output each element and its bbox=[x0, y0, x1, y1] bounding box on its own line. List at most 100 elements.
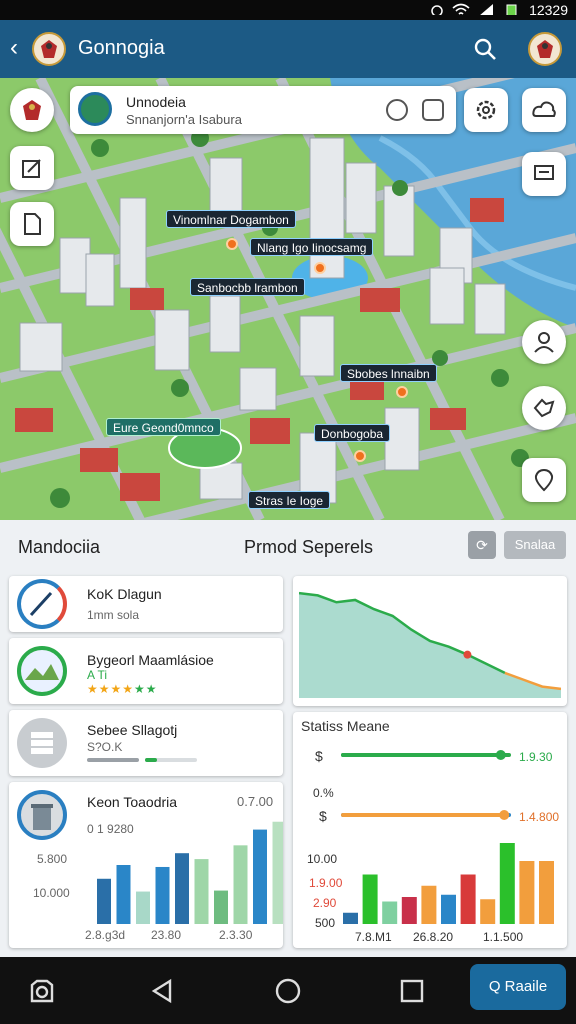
wheel-icon bbox=[17, 646, 67, 696]
map-canvas bbox=[0, 78, 576, 520]
status-time: 12329 bbox=[529, 2, 568, 18]
panel-action-button[interactable]: Snalaa bbox=[504, 531, 566, 559]
globe-icon bbox=[78, 92, 112, 126]
city-map[interactable]: Vinomlnar Dogambon Nlang Igo Iinocsamg S… bbox=[0, 78, 576, 520]
bar bbox=[253, 829, 267, 924]
list-item[interactable]: KoK Dlagun 1mm sola bbox=[9, 576, 283, 632]
x-tick-label: 1.1.500 bbox=[483, 930, 524, 944]
slider-fill bbox=[341, 753, 501, 757]
list-item-chart[interactable]: Keon Toaodria 0 1 9280 0.7.00 5.800 10.0… bbox=[9, 782, 283, 948]
stat-value: 1.9.30 bbox=[519, 750, 553, 764]
cloud-icon bbox=[532, 101, 556, 117]
list-item-sub: A Ti bbox=[87, 668, 108, 682]
stat-slider[interactable] bbox=[341, 808, 521, 822]
share-icon[interactable] bbox=[422, 99, 444, 121]
home-icon[interactable] bbox=[274, 977, 302, 1005]
stack-icon bbox=[17, 718, 67, 768]
gear-icon bbox=[476, 100, 496, 120]
list-item-name: KoK Dlagun bbox=[87, 586, 162, 602]
map-pin[interactable] bbox=[226, 238, 238, 250]
area-chart-card bbox=[293, 576, 567, 706]
slider-fill bbox=[341, 813, 505, 817]
bar bbox=[421, 885, 437, 924]
person-icon bbox=[534, 332, 554, 353]
y-tick-label: 1.9.00 bbox=[309, 876, 343, 890]
message-icon bbox=[534, 165, 554, 180]
list-item-name: Sebee Sllagotj bbox=[87, 722, 178, 738]
map-pin[interactable] bbox=[314, 262, 326, 274]
app-title: Gonnogia bbox=[78, 37, 165, 59]
map-label[interactable]: Sanbocbb lrambon bbox=[190, 278, 305, 296]
location-subtitle: Snnanjorn'a Isabura bbox=[126, 112, 242, 127]
map-label[interactable]: Donbogoba bbox=[314, 424, 391, 442]
alarm-icon bbox=[431, 5, 443, 15]
x-tick-label: 7.8.M1 bbox=[355, 930, 392, 944]
bar bbox=[382, 901, 398, 924]
list-item-sub: 1mm sola bbox=[87, 608, 140, 622]
map-label[interactable]: Sbobes lnnaibn bbox=[340, 364, 437, 382]
stat-slider[interactable] bbox=[341, 748, 521, 762]
list-item[interactable]: Sebee Sllagotj S?O.K bbox=[9, 710, 283, 776]
back-icon[interactable] bbox=[148, 977, 176, 1005]
battery-icon bbox=[506, 4, 517, 15]
stats-card: Statiss Meane $ 1.9.30 0.% $ 1.4.800 10.… bbox=[293, 712, 567, 948]
signal-icon bbox=[480, 4, 493, 15]
stats-title: Statiss Meane bbox=[301, 718, 390, 734]
x-tick-label: 2.3.30 bbox=[219, 928, 253, 942]
bar bbox=[362, 874, 378, 924]
status-bar: 12329 bbox=[0, 0, 576, 20]
map-pin[interactable] bbox=[354, 450, 366, 462]
bar bbox=[155, 866, 170, 924]
message-button[interactable] bbox=[522, 152, 566, 196]
list-item-sub: S?O.K bbox=[87, 740, 123, 754]
slider-knob bbox=[495, 750, 506, 760]
x-tick-label: 2.8.g3d bbox=[85, 928, 126, 942]
map-label[interactable]: Stras Ie Ioge bbox=[248, 491, 331, 509]
map-label[interactable]: Eure Geond0mnco bbox=[106, 418, 221, 436]
layers-button[interactable] bbox=[10, 146, 54, 190]
bar bbox=[343, 912, 358, 924]
bar-chart-right bbox=[343, 843, 554, 924]
refresh-button[interactable]: ⟳ bbox=[468, 531, 496, 559]
y-tick-label: 10.000 bbox=[33, 886, 70, 900]
bar bbox=[214, 890, 228, 924]
document-icon bbox=[24, 213, 41, 235]
y-tick-label: 10.00 bbox=[307, 852, 338, 866]
stat-label: 0.% bbox=[313, 786, 334, 800]
shape-button[interactable] bbox=[522, 386, 566, 430]
bar-chart-left bbox=[97, 821, 283, 924]
building-icon bbox=[17, 790, 67, 840]
area-marker bbox=[463, 650, 472, 659]
bar bbox=[401, 897, 417, 924]
location-card[interactable]: Unnodeia Snnanjorn'a Isabura bbox=[70, 86, 456, 134]
y-tick-label: 2.90 bbox=[313, 896, 337, 910]
document-button[interactable] bbox=[10, 202, 54, 246]
camera-icon[interactable] bbox=[28, 977, 56, 1005]
back-arrow-icon[interactable]: ‹ bbox=[10, 36, 18, 60]
emblem-map-button[interactable] bbox=[10, 88, 54, 132]
settings-button[interactable] bbox=[464, 88, 508, 132]
stat-value: 1.4.800 bbox=[519, 810, 560, 824]
bar bbox=[233, 845, 248, 924]
location-title: Unnodeia bbox=[126, 94, 186, 110]
route-button[interactable]: Q Raaile bbox=[470, 964, 566, 1010]
pin-button[interactable] bbox=[522, 458, 566, 502]
cloud-button[interactable] bbox=[522, 88, 566, 132]
app-bar: ‹ Gonnogia bbox=[0, 20, 576, 78]
rating-stars: ★★★★★★ bbox=[87, 682, 158, 696]
emblem-icon bbox=[23, 100, 41, 120]
map-label[interactable]: Nlang Igo Iinocsamg bbox=[250, 238, 374, 256]
search-icon[interactable] bbox=[472, 36, 498, 62]
recents-icon[interactable] bbox=[398, 977, 426, 1005]
person-button[interactable] bbox=[522, 320, 566, 364]
map-pin[interactable] bbox=[396, 386, 408, 398]
bar bbox=[97, 878, 111, 924]
bar bbox=[539, 861, 554, 924]
map-label[interactable]: Vinomlnar Dogambon bbox=[166, 210, 296, 228]
area-chart bbox=[299, 591, 561, 698]
circle-icon[interactable] bbox=[386, 99, 408, 121]
emblem-logo bbox=[32, 32, 66, 66]
profile-avatar[interactable] bbox=[528, 32, 562, 66]
list-item[interactable]: Bygeorl Maamlásioe A Ti ★★★★★★ bbox=[9, 638, 283, 704]
bar bbox=[272, 821, 283, 924]
